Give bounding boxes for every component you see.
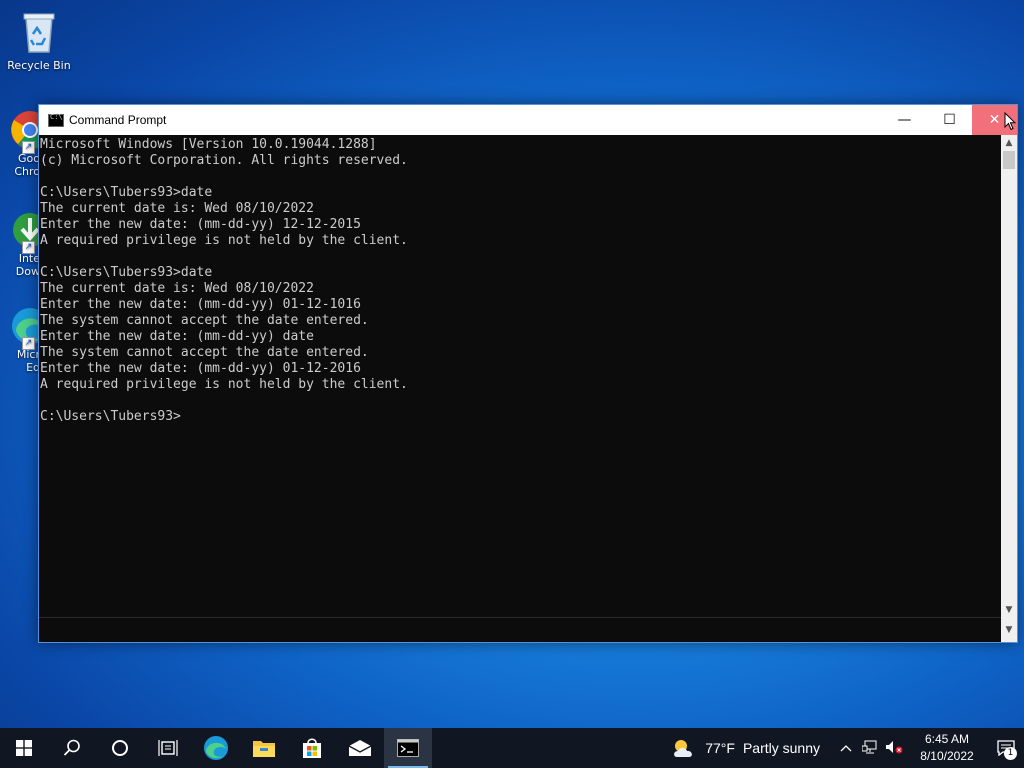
console-line: Enter the new date: (mm-dd-yy) 01-12-101… <box>40 297 361 312</box>
scroll-down-arrow-icon[interactable]: ▼ <box>1001 602 1017 618</box>
console-line: Microsoft Windows [Version 10.0.19044.12… <box>40 137 377 152</box>
action-center-button[interactable]: 1 <box>988 728 1024 768</box>
network-icon[interactable] <box>858 740 882 757</box>
store-icon <box>303 738 321 758</box>
weather-condition: Partly sunny <box>742 740 820 756</box>
clock[interactable]: 6:45 AM 8/10/2022 <box>916 731 978 765</box>
console-bottom-bar <box>39 617 1001 642</box>
start-button[interactable] <box>0 728 48 768</box>
taskbar-mail[interactable] <box>336 728 384 768</box>
command-prompt-icon <box>48 113 64 127</box>
task-view-button[interactable] <box>144 728 192 768</box>
title-bar[interactable]: Command Prompt — ☐ ✕ <box>39 105 1017 135</box>
console-line: C:\Users\Tubers93>date <box>40 185 213 200</box>
console-line: The system cannot accept the date entere… <box>40 345 369 360</box>
mail-icon <box>348 740 372 756</box>
minimize-button[interactable]: — <box>882 105 927 135</box>
desktop-icon-label: Recycle Bin <box>7 59 71 72</box>
taskbar-edge[interactable] <box>192 728 240 768</box>
close-icon: ✕ <box>988 112 1001 128</box>
console-line: A required privilege is not held by the … <box>40 233 408 248</box>
cortana-button[interactable] <box>96 728 144 768</box>
window-title: Command Prompt <box>69 113 167 127</box>
taskbar: 77°F Partly sunny 6:45 AM 8/10/2022 1 <box>0 728 1024 768</box>
shortcut-arrow-icon: ↗ <box>22 337 35 350</box>
clock-date: 8/10/2022 <box>920 749 974 763</box>
console-line: The system cannot accept the date entere… <box>40 313 369 328</box>
shortcut-arrow-icon: ↗ <box>22 141 35 154</box>
mouse-cursor-icon <box>1004 111 1017 135</box>
vertical-scrollbar[interactable]: ▲ ▼ <box>1001 135 1017 618</box>
console-output[interactable]: Microsoft Windows [Version 10.0.19044.12… <box>39 135 1001 618</box>
command-prompt-window[interactable]: Command Prompt — ☐ ✕ Microsoft Windows [… <box>38 104 1018 643</box>
scroll-up-arrow-icon[interactable]: ▲ <box>1001 135 1017 151</box>
show-hidden-icons-chevron-icon[interactable] <box>834 741 858 755</box>
taskbar-command-prompt[interactable] <box>384 728 432 768</box>
weather-widget[interactable]: 77°F Partly sunny <box>671 737 820 759</box>
console-line: Enter the new date: (mm-dd-yy) 01-12-201… <box>40 361 361 376</box>
search-icon <box>63 739 80 756</box>
scrollbar-thumb[interactable] <box>1003 151 1015 169</box>
desktop-icon-recycle-bin[interactable]: Recycle Bin <box>3 8 75 72</box>
maximize-button[interactable]: ☐ <box>927 105 972 135</box>
command-prompt-icon <box>397 739 419 757</box>
clock-time: 6:45 AM <box>924 732 970 746</box>
minimize-icon: — <box>897 112 912 128</box>
folder-icon <box>253 741 275 757</box>
scrollbar-corner[interactable]: ▼ <box>1001 618 1017 642</box>
console-line: The current date is: Wed 08/10/2022 <box>40 281 314 296</box>
shortcut-arrow-icon: ↗ <box>22 241 35 254</box>
scroll-down-arrow-icon[interactable]: ▼ <box>1001 618 1017 642</box>
console-line: (c) Microsoft Corporation. All rights re… <box>40 153 408 168</box>
maximize-icon: ☐ <box>943 112 956 128</box>
console-line: The current date is: Wed 08/10/2022 <box>40 201 314 216</box>
system-tray: 77°F Partly sunny 6:45 AM 8/10/2022 1 <box>671 728 1024 768</box>
cortana-icon <box>112 740 128 756</box>
console-line: Enter the new date: (mm-dd-yy) 12-12-201… <box>40 217 361 232</box>
taskbar-file-explorer[interactable] <box>240 728 288 768</box>
search-button[interactable] <box>48 728 96 768</box>
task-view-icon <box>158 740 178 756</box>
windows-logo-icon <box>16 740 32 756</box>
notification-badge: 1 <box>1004 747 1017 760</box>
console-line: C:\Users\Tubers93> <box>40 409 181 424</box>
edge-icon <box>204 736 228 760</box>
volume-muted-icon[interactable] <box>882 740 906 757</box>
taskbar-microsoft-store[interactable] <box>288 728 336 768</box>
console-line: Enter the new date: (mm-dd-yy) date <box>40 329 314 344</box>
console-line: C:\Users\Tubers93>date <box>40 265 213 280</box>
console-line: A required privilege is not held by the … <box>40 377 408 392</box>
partly-sunny-icon <box>674 740 693 757</box>
recycle-bin-icon <box>3 8 75 57</box>
weather-temperature: 77°F <box>705 740 735 756</box>
